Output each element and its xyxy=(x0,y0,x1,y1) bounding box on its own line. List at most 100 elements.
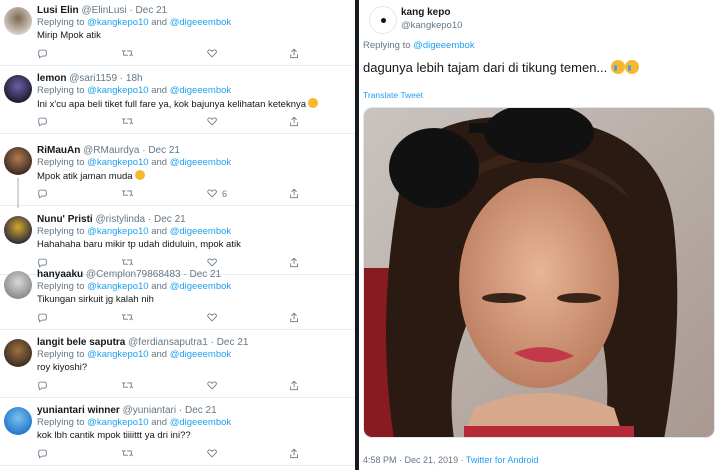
tweet-date[interactable]: Dec 21, 2019 xyxy=(405,455,459,465)
avatar[interactable] xyxy=(4,7,32,35)
tweet-timestamp: 4:58 PM · Dec 21, 2019 · Twitter for And… xyxy=(363,455,538,465)
mention-link[interactable]: @digeeembok xyxy=(170,17,231,28)
author-handle[interactable]: @ElinLusi xyxy=(81,5,126,16)
reply-tweet[interactable]: langit bele saputra @ferdiansaputra1 · D… xyxy=(0,332,355,398)
replying-to: Replying to @kangkepo10 and @digeeembok xyxy=(37,417,231,428)
timestamp[interactable]: Dec 21 xyxy=(154,214,186,225)
avatar[interactable] xyxy=(4,339,32,367)
tweet-text: Hahahaha baru mikir tp udah diduluin, mp… xyxy=(37,239,241,250)
tweet-photo[interactable] xyxy=(363,107,715,438)
avatar[interactable] xyxy=(4,75,32,103)
share-button[interactable] xyxy=(289,380,300,391)
tweet-time[interactable]: 4:58 PM xyxy=(363,455,397,465)
mention-link[interactable]: @digeeembok xyxy=(413,40,474,51)
avatar[interactable] xyxy=(4,216,32,244)
like-button[interactable] xyxy=(207,448,222,459)
author-handle[interactable]: @Cemplon79868483 xyxy=(86,269,181,280)
share-button[interactable] xyxy=(289,48,300,59)
retweet-icon xyxy=(122,381,133,389)
author-name[interactable]: yuniantari winner xyxy=(37,405,120,416)
author-handle[interactable]: @ristylinda xyxy=(96,214,146,225)
reply-button[interactable] xyxy=(37,188,52,199)
author-name[interactable]: Nunu' Pristi xyxy=(37,214,93,225)
mention-link[interactable]: @kangkepo10 xyxy=(87,417,148,428)
timestamp[interactable]: Dec 21 xyxy=(190,269,222,280)
avatar[interactable] xyxy=(4,147,32,175)
mention-link[interactable]: @kangkepo10 xyxy=(87,85,148,96)
tweet-actions xyxy=(37,312,337,324)
avatar[interactable] xyxy=(4,407,32,435)
reply-button[interactable] xyxy=(37,312,52,323)
footer-separator: · xyxy=(458,455,466,465)
reply-tweet[interactable]: hanyaaku @Cemplon79868483 · Dec 21 Replyi… xyxy=(0,264,355,330)
retweet-icon xyxy=(122,449,133,457)
reply-tweet[interactable]: Lusi Elin @ElinLusi · Dec 21 Replying to … xyxy=(0,0,355,66)
reply-tweet[interactable]: lemon @sari1159 · 18h Replying to @kangke… xyxy=(0,68,355,134)
tweet-text-content: Ini x'cu apa beli tiket full fare ya, ko… xyxy=(37,99,307,110)
tweet-header: Lusi Elin @ElinLusi · Dec 21 xyxy=(37,5,167,16)
mention-link[interactable]: @kangkepo10 xyxy=(87,226,148,237)
mention-link[interactable]: @digeeembok xyxy=(170,157,231,168)
tweet-source[interactable]: Twitter for Android xyxy=(466,455,539,465)
timestamp[interactable]: Dec 21 xyxy=(148,145,180,156)
translate-tweet-link[interactable]: Translate Tweet xyxy=(363,90,423,100)
tweet-text: Ini x'cu apa beli tiket full fare ya, ko… xyxy=(37,98,319,110)
retweet-button[interactable] xyxy=(122,312,137,323)
share-button[interactable] xyxy=(289,188,300,199)
mention-link[interactable]: @digeeembok xyxy=(170,85,231,96)
mention-link[interactable]: @kangkepo10 xyxy=(87,349,148,360)
avatar[interactable] xyxy=(4,271,32,299)
reply-button[interactable] xyxy=(37,380,52,391)
author-name[interactable]: Lusi Elin xyxy=(37,5,79,16)
author-handle[interactable]: @ferdiansaputra1 xyxy=(128,337,208,348)
mention-link[interactable]: @kangkepo10 xyxy=(87,17,148,28)
tweet-text: Mirip Mpok atik xyxy=(37,30,101,41)
reply-button[interactable] xyxy=(37,116,52,127)
author-name[interactable]: langit bele saputra xyxy=(37,337,125,348)
like-button[interactable] xyxy=(207,48,222,59)
mention-link[interactable]: @digeeembok xyxy=(170,349,231,360)
share-button[interactable] xyxy=(289,116,300,127)
retweet-button[interactable] xyxy=(122,448,137,459)
avatar[interactable] xyxy=(369,6,397,34)
replying-to: Replying to @kangkepo10 and @digeeembok xyxy=(37,17,231,28)
author-name[interactable]: RiMauAn xyxy=(37,145,80,156)
mention-link[interactable]: @kangkepo10 xyxy=(87,281,148,292)
mention-link[interactable]: @digeeembok xyxy=(170,281,231,292)
thread-line xyxy=(17,178,19,208)
author-handle[interactable]: @RMaurdya xyxy=(83,145,139,156)
like-icon xyxy=(207,449,217,458)
author-name[interactable]: kang kepo xyxy=(401,7,450,18)
retweet-button[interactable] xyxy=(122,380,137,391)
retweet-button[interactable] xyxy=(122,188,137,199)
timestamp[interactable]: Dec 21 xyxy=(217,337,249,348)
author-name[interactable]: hanyaaku xyxy=(37,269,83,280)
retweet-button[interactable] xyxy=(122,116,137,127)
share-button[interactable] xyxy=(289,312,300,323)
reply-button[interactable] xyxy=(37,48,52,59)
retweet-button[interactable] xyxy=(122,48,137,59)
like-icon xyxy=(207,49,217,58)
timestamp[interactable]: Dec 21 xyxy=(136,5,168,16)
author-handle[interactable]: @yuniantari xyxy=(123,405,177,416)
retweet-icon xyxy=(122,49,133,57)
tweet-text-content: Tikungan sirkuit jg kalah nih xyxy=(37,294,154,305)
timestamp[interactable]: Dec 21 xyxy=(185,405,217,416)
author-handle[interactable]: @sari1159 xyxy=(69,73,117,84)
mention-link[interactable]: @digeeembok xyxy=(170,417,231,428)
tweet-text-content: kok lbh cantik mpok tiiiittt ya dri ini?… xyxy=(37,430,191,441)
reply-tweet[interactable]: RiMauAn @RMaurdya · Dec 21 Replying to @k… xyxy=(0,140,355,208)
author-handle[interactable]: @kangkepo10 xyxy=(401,20,462,31)
author-name[interactable]: lemon xyxy=(37,73,66,84)
like-button[interactable] xyxy=(207,312,222,323)
mention-link[interactable]: @digeeembok xyxy=(170,226,231,237)
like-button[interactable] xyxy=(207,380,222,391)
timestamp[interactable]: 18h xyxy=(126,73,143,84)
like-button[interactable] xyxy=(207,116,222,127)
reply-tweet[interactable]: yuniantari winner @yuniantari · Dec 21 Re… xyxy=(0,400,355,466)
mention-link[interactable]: @kangkepo10 xyxy=(87,157,148,168)
share-button[interactable] xyxy=(289,448,300,459)
reply-button[interactable] xyxy=(37,448,52,459)
replying-and: and xyxy=(148,17,170,28)
like-button[interactable]: 6 xyxy=(207,188,227,199)
